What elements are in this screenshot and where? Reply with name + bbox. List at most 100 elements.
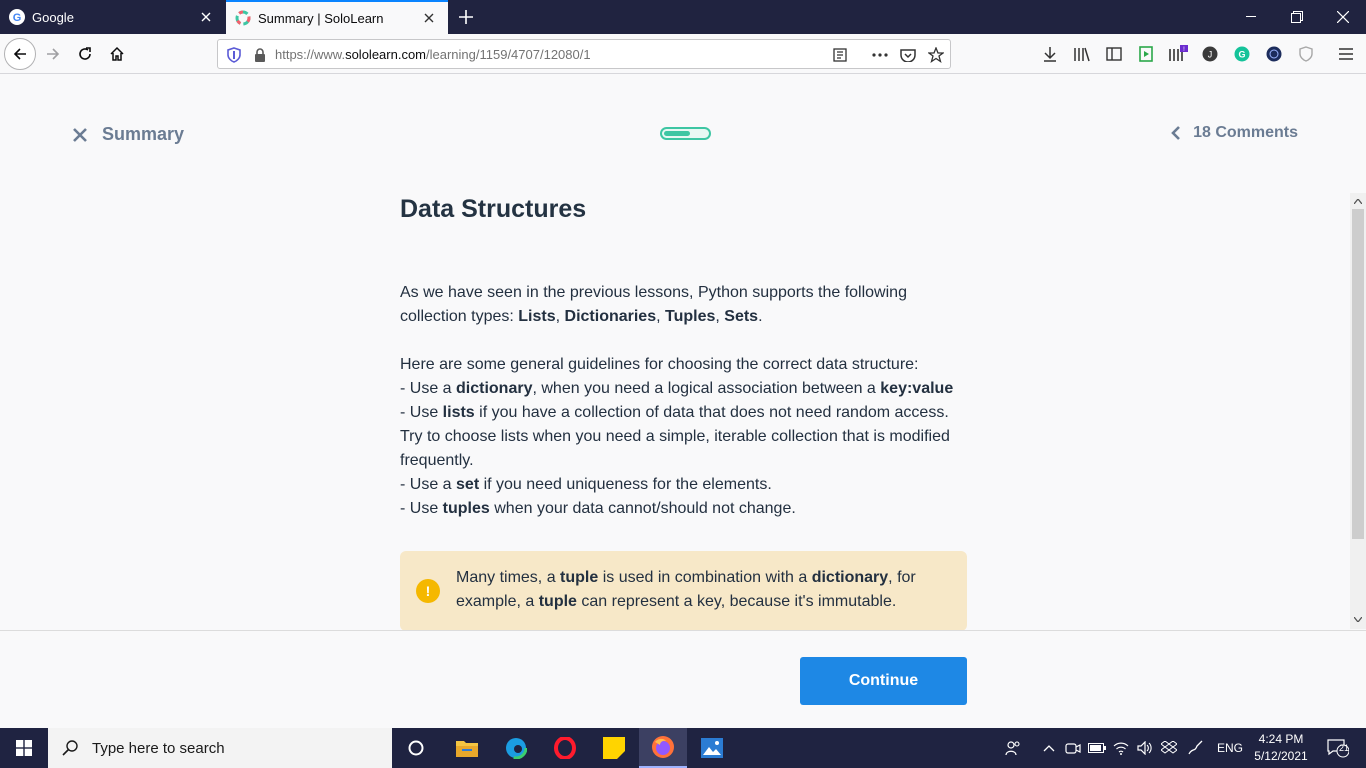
language-indicator[interactable]: ENG [1214, 728, 1246, 768]
summary-label: Summary [102, 124, 185, 144]
comments-label: 18 Comments [1193, 124, 1298, 141]
star-icon[interactable] [924, 43, 948, 67]
tab-title: Google [32, 9, 74, 25]
reload-icon[interactable] [69, 38, 101, 70]
term: set [456, 476, 480, 493]
pen-icon[interactable] [1184, 728, 1208, 768]
back-arrow-icon[interactable] [4, 38, 36, 70]
wifi-icon[interactable] [1110, 728, 1132, 768]
reader-view-icon[interactable] [828, 43, 852, 67]
lock-icon[interactable] [248, 43, 272, 67]
lesson-footer: Continue [0, 630, 1366, 727]
shield-icon[interactable] [1294, 42, 1318, 66]
battery-icon[interactable] [1086, 728, 1108, 768]
text: - Use [400, 500, 443, 517]
extension-icon[interactable] [1262, 42, 1286, 66]
url-prefix: https://www. [275, 47, 346, 62]
text: - Use a [400, 476, 457, 493]
scroll-down-icon[interactable] [1352, 613, 1364, 625]
taskbar-search-input[interactable]: Type here to search [48, 728, 392, 768]
extension-icon[interactable] [1134, 42, 1158, 66]
download-icon[interactable] [1038, 42, 1062, 66]
tab-sololearn[interactable]: Summary | SoloLearn [226, 0, 448, 34]
text: can represent a key, because it's immuta… [576, 593, 897, 610]
scroll-thumb[interactable] [1352, 209, 1364, 539]
term-tuples: Tuples [665, 308, 716, 325]
separator: , [715, 308, 725, 325]
windows-taskbar: Type here to search ENG 4:24 PM 5/12/202… [0, 728, 1366, 768]
sololearn-icon [235, 10, 251, 26]
meet-now-icon[interactable] [1062, 728, 1084, 768]
browser-nav-bar: https://www.sololearn.com/learning/1159/… [0, 34, 1366, 74]
close-tab-icon[interactable] [418, 7, 440, 29]
svg-text:G: G [1238, 50, 1245, 60]
notification-center[interactable]: 21 [1318, 728, 1358, 768]
browser-tab-bar: G Google Summary | SoloLearn [0, 0, 1366, 34]
guideline-3: - Use a set if you need uniqueness for t… [400, 476, 772, 493]
firefox-icon[interactable] [639, 728, 687, 768]
window-close-icon[interactable] [1320, 0, 1366, 34]
library-icon[interactable] [1070, 42, 1094, 66]
url-text: https://www.sololearn.com/learning/1159/… [275, 47, 591, 62]
continue-button[interactable]: Continue [800, 657, 967, 705]
opera-icon[interactable] [541, 728, 589, 768]
tab-title: Summary | SoloLearn [258, 10, 384, 26]
guideline-1: - Use a dictionary, when you need a logi… [400, 380, 953, 397]
shield-icon[interactable] [222, 43, 246, 67]
term-lists: Lists [518, 308, 556, 325]
forward-arrow-icon[interactable] [37, 38, 69, 70]
term: tuple [538, 593, 577, 610]
chevron-up-icon[interactable] [1038, 728, 1060, 768]
home-icon[interactable] [101, 38, 133, 70]
lesson-title: Data Structures [400, 195, 587, 223]
photos-icon[interactable] [688, 728, 736, 768]
separator: , [656, 308, 665, 325]
dropbox-icon[interactable] [1158, 728, 1180, 768]
minimize-icon[interactable] [1228, 0, 1274, 34]
tab-google[interactable]: G Google [0, 0, 225, 34]
extension-icon[interactable]: J [1198, 42, 1222, 66]
file-explorer-icon[interactable] [443, 728, 491, 768]
page-scrollbar[interactable] [1350, 193, 1366, 629]
volume-icon[interactable] [1134, 728, 1156, 768]
plus-icon[interactable] [452, 4, 480, 30]
text: when your data cannot/should not change. [489, 500, 796, 517]
period: . [758, 308, 763, 325]
restore-icon[interactable] [1274, 0, 1320, 34]
hamburger-menu-icon[interactable] [1334, 42, 1358, 66]
more-icon[interactable] [868, 43, 892, 67]
note-text: Many times, a tuple is used in combinati… [456, 566, 951, 614]
sidebar-icon[interactable] [1102, 42, 1126, 66]
text: if you have a collection of data that do… [400, 404, 950, 469]
extension-icon[interactable]: ! [1166, 42, 1190, 66]
pocket-icon[interactable] [896, 43, 920, 67]
svg-text:G: G [13, 12, 22, 24]
text: if you need uniqueness for the elements. [479, 476, 772, 493]
sticky-notes-icon[interactable] [590, 728, 638, 768]
close-tab-icon[interactable] [195, 6, 217, 28]
url-bar[interactable]: https://www.sololearn.com/learning/1159/… [217, 39, 951, 69]
scroll-up-icon[interactable] [1352, 195, 1364, 207]
intro-paragraph: As we have seen in the previous lessons,… [400, 281, 970, 329]
text: - Use a [400, 380, 457, 397]
system-clock[interactable]: 4:24 PM 5/12/2021 [1252, 731, 1310, 765]
windows-start-icon[interactable] [0, 728, 48, 768]
people-icon[interactable] [998, 728, 1028, 768]
edge-icon[interactable] [492, 728, 540, 768]
grammarly-icon[interactable]: G [1230, 42, 1254, 66]
notification-count: 21 [1339, 743, 1350, 753]
text: - Use [400, 404, 443, 421]
term-dictionaries: Dictionaries [564, 308, 657, 325]
cortana-icon[interactable] [392, 728, 440, 768]
term: dictionary [811, 569, 889, 586]
text: is used in combination with a [598, 569, 812, 586]
search-icon [62, 740, 78, 756]
exclamation-icon: ! [416, 579, 440, 603]
guideline-2: - Use lists if you have a collection of … [400, 404, 950, 469]
info-note: ! Many times, a tuple is used in combina… [400, 551, 967, 631]
guideline-4: - Use tuples when your data cannot/shoul… [400, 500, 796, 517]
guidelines-heading: Here are some general guidelines for cho… [400, 356, 919, 373]
close-summary-button[interactable]: Summary [72, 124, 184, 145]
term: key:value [880, 380, 954, 397]
comments-link[interactable]: 18 Comments [1171, 124, 1298, 142]
